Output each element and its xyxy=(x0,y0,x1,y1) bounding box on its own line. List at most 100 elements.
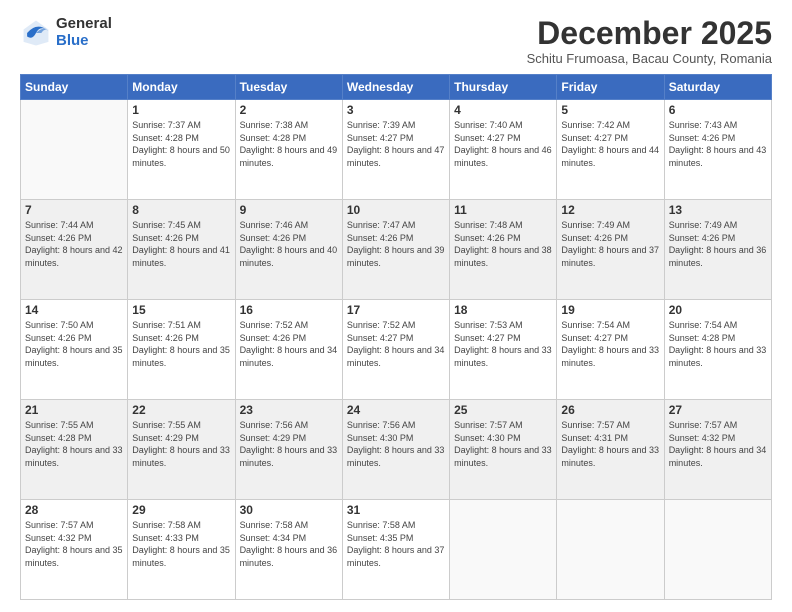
table-row: 8 Sunrise: 7:45 AMSunset: 4:26 PMDaylight… xyxy=(128,200,235,300)
day-number: 18 xyxy=(454,303,552,317)
day-number: 3 xyxy=(347,103,445,117)
logo: General Blue xyxy=(20,16,112,49)
day-info: Sunrise: 7:58 AMSunset: 4:34 PMDaylight:… xyxy=(240,519,338,569)
day-info: Sunrise: 7:37 AMSunset: 4:28 PMDaylight:… xyxy=(132,119,230,169)
table-row: 24Sunrise: 7:56 AMSunset: 4:30 PMDayligh… xyxy=(342,400,449,500)
header-wednesday: Wednesday xyxy=(342,75,449,100)
day-info: Sunrise: 7:54 AMSunset: 4:27 PMDaylight:… xyxy=(561,319,659,369)
day-info: Sunrise: 7:56 AMSunset: 4:30 PMDaylight:… xyxy=(347,419,445,469)
month-title: December 2025 xyxy=(527,16,772,51)
header: General Blue December 2025 Schitu Frumoa… xyxy=(20,16,772,66)
day-number: 20 xyxy=(669,303,767,317)
table-row: 31 Sunrise: 7:58 AMSunset: 4:35 PMDayligh… xyxy=(342,500,449,600)
day-info: Sunrise: 7:55 AMSunset: 4:29 PMDaylight:… xyxy=(132,419,230,469)
day-info: Sunrise: 7:58 AMSunset: 4:33 PMDaylight:… xyxy=(132,519,230,569)
table-row: 17 Sunrise: 7:52 AMSunset: 4:27 PMDayligh… xyxy=(342,300,449,400)
table-row: 1 Sunrise: 7:37 AMSunset: 4:28 PMDaylight… xyxy=(128,100,235,200)
day-number: 11 xyxy=(454,203,552,217)
table-row xyxy=(450,500,557,600)
table-row: 29 Sunrise: 7:58 AMSunset: 4:33 PMDayligh… xyxy=(128,500,235,600)
table-row: 15 Sunrise: 7:51 AMSunset: 4:26 PMDayligh… xyxy=(128,300,235,400)
day-number: 15 xyxy=(132,303,230,317)
day-info: Sunrise: 7:43 AMSunset: 4:26 PMDaylight:… xyxy=(669,119,767,169)
day-number: 27 xyxy=(669,403,767,417)
header-friday: Friday xyxy=(557,75,664,100)
calendar-week-row: 21 Sunrise: 7:55 AMSunset: 4:28 PMDayligh… xyxy=(21,400,772,500)
header-sunday: Sunday xyxy=(21,75,128,100)
table-row: 20 Sunrise: 7:54 AMSunset: 4:28 PMDayligh… xyxy=(664,300,771,400)
table-row xyxy=(557,500,664,600)
day-number: 30 xyxy=(240,503,338,517)
day-number: 29 xyxy=(132,503,230,517)
day-number: 1 xyxy=(132,103,230,117)
day-number: 9 xyxy=(240,203,338,217)
day-number: 5 xyxy=(561,103,659,117)
day-info: Sunrise: 7:47 AMSunset: 4:26 PMDaylight:… xyxy=(347,219,445,269)
subtitle: Schitu Frumoasa, Bacau County, Romania xyxy=(527,51,772,66)
day-number: 6 xyxy=(669,103,767,117)
title-area: December 2025 Schitu Frumoasa, Bacau Cou… xyxy=(527,16,772,66)
table-row: 30 Sunrise: 7:58 AMSunset: 4:34 PMDayligh… xyxy=(235,500,342,600)
day-info: Sunrise: 7:48 AMSunset: 4:26 PMDaylight:… xyxy=(454,219,552,269)
day-info: Sunrise: 7:39 AMSunset: 4:27 PMDaylight:… xyxy=(347,119,445,169)
day-info: Sunrise: 7:44 AMSunset: 4:26 PMDaylight:… xyxy=(25,219,123,269)
logo-text: General Blue xyxy=(56,16,112,49)
logo-general: General xyxy=(56,16,112,33)
day-number: 19 xyxy=(561,303,659,317)
table-row: 5 Sunrise: 7:42 AMSunset: 4:27 PMDaylight… xyxy=(557,100,664,200)
day-number: 22 xyxy=(132,403,230,417)
day-number: 17 xyxy=(347,303,445,317)
day-number: 28 xyxy=(25,503,123,517)
day-info: Sunrise: 7:46 AMSunset: 4:26 PMDaylight:… xyxy=(240,219,338,269)
calendar-week-row: 14Sunrise: 7:50 AMSunset: 4:26 PMDayligh… xyxy=(21,300,772,400)
day-info: Sunrise: 7:51 AMSunset: 4:26 PMDaylight:… xyxy=(132,319,230,369)
day-info: Sunrise: 7:56 AMSunset: 4:29 PMDaylight:… xyxy=(240,419,338,469)
table-row: 12 Sunrise: 7:49 AMSunset: 4:26 PMDayligh… xyxy=(557,200,664,300)
day-info: Sunrise: 7:45 AMSunset: 4:26 PMDaylight:… xyxy=(132,219,230,269)
table-row: 14Sunrise: 7:50 AMSunset: 4:26 PMDayligh… xyxy=(21,300,128,400)
day-number: 2 xyxy=(240,103,338,117)
day-info: Sunrise: 7:58 AMSunset: 4:35 PMDaylight:… xyxy=(347,519,445,569)
day-info: Sunrise: 7:42 AMSunset: 4:27 PMDaylight:… xyxy=(561,119,659,169)
table-row: 19 Sunrise: 7:54 AMSunset: 4:27 PMDayligh… xyxy=(557,300,664,400)
calendar-week-row: 7 Sunrise: 7:44 AMSunset: 4:26 PMDaylight… xyxy=(21,200,772,300)
day-info: Sunrise: 7:54 AMSunset: 4:28 PMDaylight:… xyxy=(669,319,767,369)
table-row: 6 Sunrise: 7:43 AMSunset: 4:26 PMDaylight… xyxy=(664,100,771,200)
table-row: 9 Sunrise: 7:46 AMSunset: 4:26 PMDaylight… xyxy=(235,200,342,300)
logo-icon xyxy=(20,17,52,49)
day-number: 16 xyxy=(240,303,338,317)
table-row: 26Sunrise: 7:57 AMSunset: 4:31 PMDayligh… xyxy=(557,400,664,500)
day-number: 23 xyxy=(240,403,338,417)
table-row: 3 Sunrise: 7:39 AMSunset: 4:27 PMDaylight… xyxy=(342,100,449,200)
day-number: 31 xyxy=(347,503,445,517)
day-info: Sunrise: 7:49 AMSunset: 4:26 PMDaylight:… xyxy=(669,219,767,269)
day-number: 10 xyxy=(347,203,445,217)
calendar-header-row: Sunday Monday Tuesday Wednesday Thursday… xyxy=(21,75,772,100)
day-info: Sunrise: 7:49 AMSunset: 4:26 PMDaylight:… xyxy=(561,219,659,269)
table-row: 11 Sunrise: 7:48 AMSunset: 4:26 PMDayligh… xyxy=(450,200,557,300)
table-row: 21 Sunrise: 7:55 AMSunset: 4:28 PMDayligh… xyxy=(21,400,128,500)
day-number: 21 xyxy=(25,403,123,417)
table-row xyxy=(21,100,128,200)
header-tuesday: Tuesday xyxy=(235,75,342,100)
day-number: 4 xyxy=(454,103,552,117)
day-info: Sunrise: 7:57 AMSunset: 4:31 PMDaylight:… xyxy=(561,419,659,469)
table-row: 16Sunrise: 7:52 AMSunset: 4:26 PMDayligh… xyxy=(235,300,342,400)
table-row: 18Sunrise: 7:53 AMSunset: 4:27 PMDayligh… xyxy=(450,300,557,400)
day-number: 25 xyxy=(454,403,552,417)
day-info: Sunrise: 7:57 AMSunset: 4:32 PMDaylight:… xyxy=(669,419,767,469)
calendar-week-row: 28 Sunrise: 7:57 AMSunset: 4:32 PMDayligh… xyxy=(21,500,772,600)
day-number: 7 xyxy=(25,203,123,217)
day-info: Sunrise: 7:57 AMSunset: 4:32 PMDaylight:… xyxy=(25,519,123,569)
table-row: 7 Sunrise: 7:44 AMSunset: 4:26 PMDaylight… xyxy=(21,200,128,300)
day-number: 8 xyxy=(132,203,230,217)
day-info: Sunrise: 7:57 AMSunset: 4:30 PMDaylight:… xyxy=(454,419,552,469)
day-info: Sunrise: 7:38 AMSunset: 4:28 PMDaylight:… xyxy=(240,119,338,169)
logo-blue: Blue xyxy=(56,33,112,50)
day-number: 12 xyxy=(561,203,659,217)
table-row: 13Sunrise: 7:49 AMSunset: 4:26 PMDayligh… xyxy=(664,200,771,300)
table-row: 25 Sunrise: 7:57 AMSunset: 4:30 PMDayligh… xyxy=(450,400,557,500)
day-info: Sunrise: 7:52 AMSunset: 4:27 PMDaylight:… xyxy=(347,319,445,369)
table-row: 28 Sunrise: 7:57 AMSunset: 4:32 PMDayligh… xyxy=(21,500,128,600)
day-info: Sunrise: 7:55 AMSunset: 4:28 PMDaylight:… xyxy=(25,419,123,469)
